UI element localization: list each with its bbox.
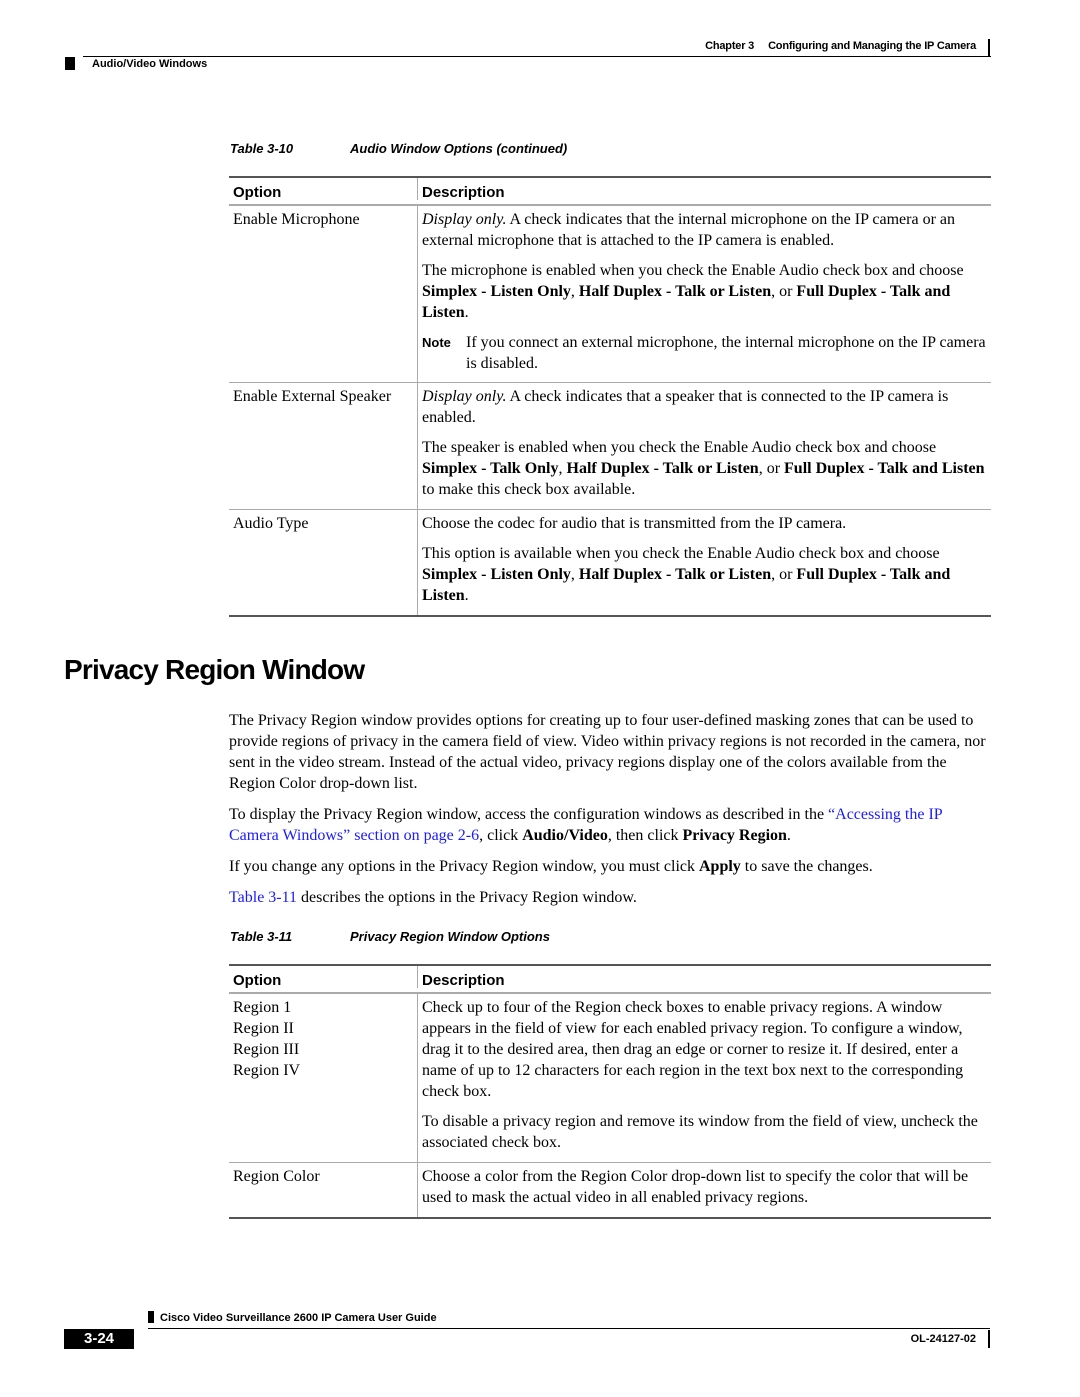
option-name: Region II [233, 1020, 294, 1037]
option-cell: Enable Microphone [229, 206, 418, 382]
body-paragraph: To display the Privacy Region window, ac… [229, 806, 943, 844]
page-number-badge: 3-24 [64, 1329, 134, 1349]
option-name: Region 1 [233, 999, 292, 1016]
note-label: Note [422, 335, 451, 350]
table-row: Enable External Speaker Display only. A … [229, 382, 991, 509]
footer-guide-title: Cisco Video Surveillance 2600 IP Camera … [160, 1312, 437, 1324]
table-reference-link[interactable]: Table 3-11 [229, 889, 297, 906]
chapter-title: Configuring and Managing the IP Camera [768, 40, 976, 52]
chapter-number: Chapter 3 [705, 40, 755, 52]
table-caption: Table 3-11 Privacy Region Window Options [230, 929, 550, 944]
option-cell: Enable External Speaker [229, 383, 418, 509]
body-paragraph: Table 3-11 describes the options in the … [229, 889, 637, 906]
description-paragraph: This option is available when you check … [422, 545, 951, 604]
header-rule [83, 56, 991, 57]
column-header-option: Option [229, 966, 418, 989]
header-square-mark [65, 57, 75, 70]
option-name: Region III [233, 1041, 300, 1058]
privacy-region-options-table: Option Description Region 1 Region II Re… [229, 964, 991, 1219]
description-paragraph: Choose the codec for audio that is trans… [422, 515, 847, 532]
description-paragraph: The speaker is enabled when you check th… [422, 439, 985, 498]
section-heading: Privacy Region Window [64, 654, 365, 685]
running-header-chapter: Chapter 3 Configuring and Managing the IP… [705, 40, 976, 52]
column-header-option: Option [229, 178, 418, 201]
table-number: Table 3-10 [230, 141, 294, 156]
option-cell: Region 1 Region II Region III Region IV [229, 994, 418, 1162]
column-header-description: Description [422, 184, 505, 201]
description-cell: Check up to four of the Region check box… [418, 994, 991, 1162]
description-cell: Choose the codec for audio that is trans… [418, 510, 991, 615]
note-text: If you connect an external microphone, t… [466, 334, 986, 372]
table-row: Region 1 Region II Region III Region IV … [229, 992, 991, 1162]
description-paragraph: Display only. A check indicates that a s… [422, 388, 949, 426]
option-cell: Region Color [229, 1163, 418, 1217]
column-header-description: Description [422, 972, 505, 989]
table-row: Audio Type Choose the codec for audio th… [229, 509, 991, 615]
table-title: Privacy Region Window Options [350, 929, 550, 944]
footer-doc-number: OL-24127-02 [910, 1333, 976, 1345]
description-paragraph: To disable a privacy region and remove i… [422, 1113, 978, 1151]
option-name: Region IV [233, 1062, 301, 1079]
description-paragraph: The microphone is enabled when you check… [422, 262, 964, 321]
description-paragraph: Display only. A check indicates that the… [422, 211, 956, 249]
table-row: Enable Microphone Display only. A check … [229, 204, 991, 382]
footer-rule [148, 1328, 990, 1329]
audio-options-table: Option Description Enable Microphone Dis… [229, 176, 991, 617]
body-paragraph: The Privacy Region window provides optio… [229, 712, 986, 792]
description-cell: Display only. A check indicates that a s… [418, 383, 991, 509]
option-cell: Audio Type [229, 510, 418, 615]
header-bar-mark [988, 39, 990, 56]
note-block: Note If you connect an external micropho… [422, 332, 987, 374]
footer-square-mark [148, 1311, 154, 1323]
section-body: The Privacy Region window provides optio… [229, 710, 991, 918]
footer-bar-mark [988, 1330, 990, 1348]
body-paragraph: If you change any options in the Privacy… [229, 858, 873, 875]
table-number: Table 3-11 [230, 929, 293, 944]
table-header-row: Option Description [229, 966, 991, 992]
table-caption: Table 3-10 Audio Window Options (continue… [230, 141, 567, 156]
table-title: Audio Window Options (continued) [350, 141, 568, 156]
description-cell: Choose a color from the Region Color dro… [418, 1163, 991, 1217]
description-cell: Display only. A check indicates that the… [418, 206, 991, 382]
description-paragraph: Choose a color from the Region Color dro… [422, 1168, 969, 1206]
table-row: Region Color Choose a color from the Reg… [229, 1162, 991, 1217]
table-header-row: Option Description [229, 178, 991, 204]
running-header-section: Audio/Video Windows [92, 58, 208, 70]
description-paragraph: Check up to four of the Region check box… [422, 999, 964, 1100]
